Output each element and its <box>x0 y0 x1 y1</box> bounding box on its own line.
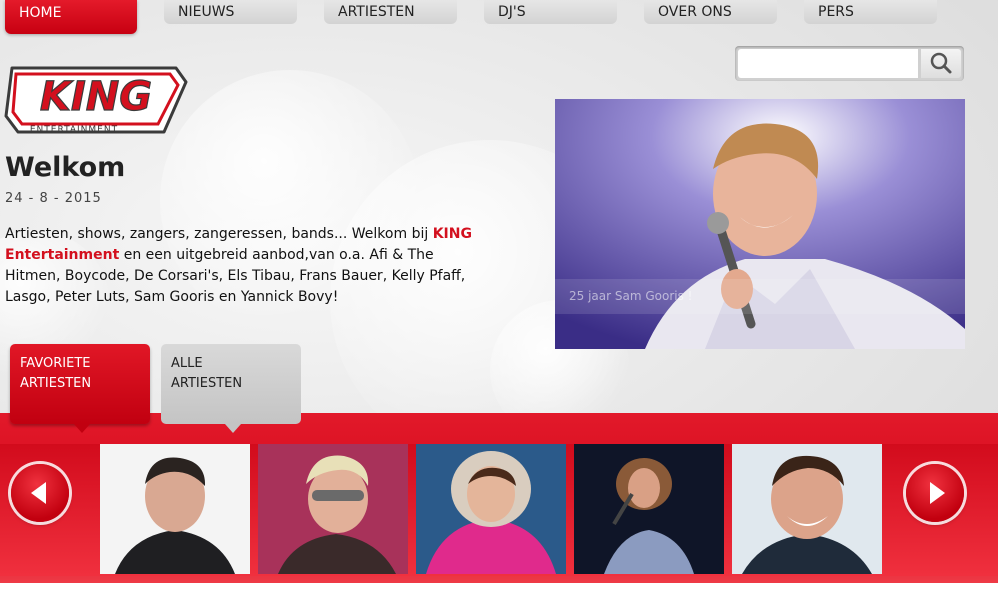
intro-text: Artiesten, shows, zangers, zangeressen, … <box>5 224 485 308</box>
featured-slide[interactable]: 25 jaar Sam Gooris ! <box>555 99 965 349</box>
artist-thumbnail[interactable] <box>416 444 566 574</box>
logo-subtext: ENTERTAINMENT <box>30 125 118 135</box>
king-logo[interactable]: KING ENTERTAINMENT <box>4 58 188 144</box>
intro-before: Artiesten, shows, zangers, zangeressen, … <box>5 226 433 242</box>
page-title: Welkom <box>5 152 126 183</box>
footer-strip <box>0 583 998 599</box>
carousel-prev-button[interactable] <box>11 464 69 522</box>
nav-home[interactable]: HOME <box>5 0 137 34</box>
logo-wordmark: KING <box>40 74 152 120</box>
tab-label-line1: ALLE <box>171 356 203 371</box>
search-button[interactable] <box>921 49 961 78</box>
nav-over-ons[interactable]: OVER ONS <box>644 0 777 24</box>
carousel-next-button[interactable] <box>906 464 964 522</box>
search-input[interactable] <box>738 49 918 78</box>
tab-label-line2: ARTIESTEN <box>20 376 92 391</box>
artist-thumbnail[interactable] <box>574 444 724 574</box>
page-date: 24 - 8 - 2015 <box>5 191 102 206</box>
tab-pointer <box>225 424 241 433</box>
tab-favoriete-artiesten[interactable]: FAVORIETE ARTIESTEN <box>10 344 150 433</box>
nav-pers[interactable]: PERS <box>804 0 937 24</box>
nav-djs[interactable]: DJ'S <box>484 0 617 24</box>
search-icon <box>930 52 952 74</box>
search-box <box>735 46 964 81</box>
main-nav: HOME NIEUWS ARTIESTEN DJ'S OVER ONS PERS <box>0 0 998 34</box>
slide-caption: 25 jaar Sam Gooris ! <box>555 279 965 314</box>
artist-thumbnail[interactable] <box>732 444 882 574</box>
tab-label-line1: FAVORIETE <box>20 356 91 371</box>
arrow-right-icon <box>930 482 945 504</box>
tab-label-line2: ARTIESTEN <box>171 376 243 391</box>
arrow-left-icon <box>31 482 46 504</box>
nav-artiesten[interactable]: ARTIESTEN <box>324 0 457 24</box>
artist-thumbnail[interactable] <box>100 444 250 574</box>
nav-nieuws[interactable]: NIEUWS <box>164 0 297 24</box>
tab-pointer <box>74 424 90 433</box>
artist-thumbnail[interactable] <box>258 444 408 574</box>
tab-alle-artiesten[interactable]: ALLE ARTIESTEN <box>161 344 301 433</box>
